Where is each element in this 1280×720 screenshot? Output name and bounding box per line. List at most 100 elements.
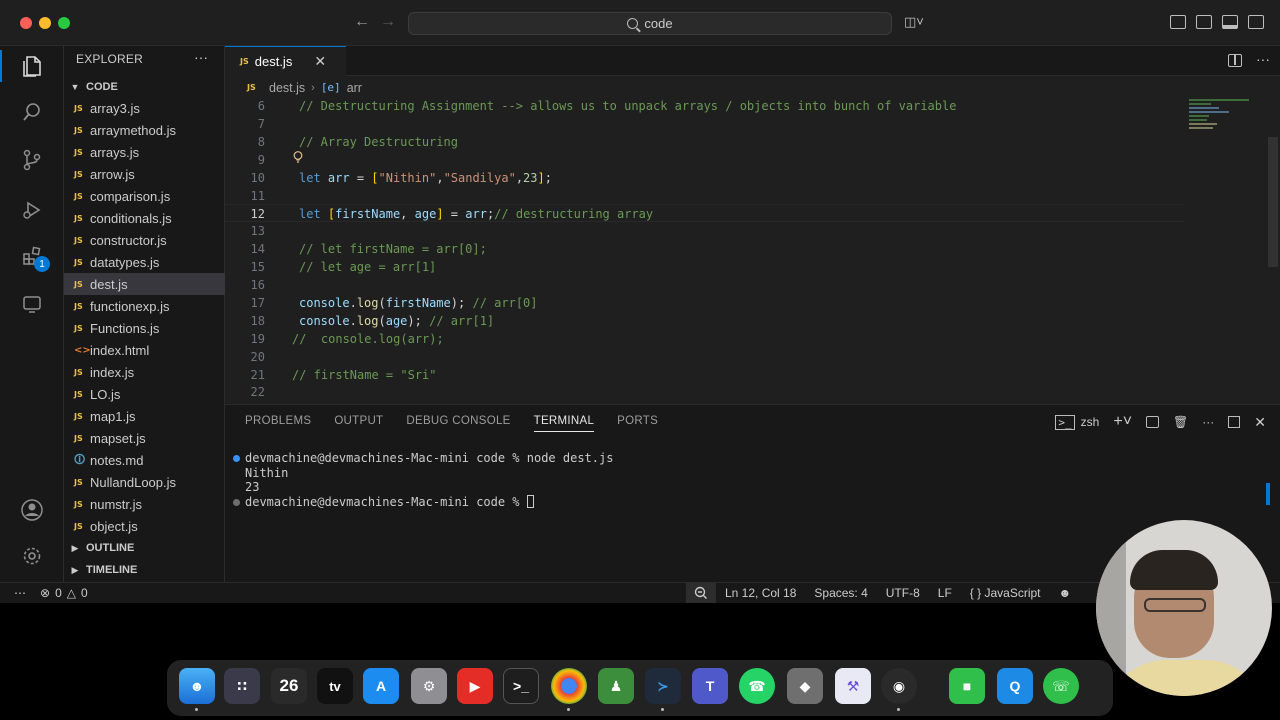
close-window-button[interactable] [20,17,32,29]
file-item[interactable]: JS functionexp.js [64,295,225,317]
file-item[interactable]: <> index.html [64,339,225,361]
file-item[interactable]: JS LO.js [64,383,225,405]
zoom-icon[interactable] [686,583,716,603]
trash-icon[interactable]: 🗑 [1173,415,1188,429]
teams-icon[interactable]: T [692,668,728,704]
file-item[interactable]: JS array3.js [64,97,225,119]
code-line[interactable]: 21 // firstName = "Sri" [225,366,1185,384]
terminal-shell-label[interactable]: zsh [1081,415,1100,429]
forward-arrow-icon[interactable]: → [380,13,396,31]
code-line[interactable]: 11 [225,187,1185,205]
facetime-icon[interactable]: ■ [949,668,985,704]
file-item[interactable]: 🛈 notes.md [64,449,225,471]
panel-tab[interactable]: TERMINAL [533,415,595,432]
xcode-icon[interactable]: ⚒ [835,668,871,704]
file-item[interactable]: JS conditionals.js [64,207,225,229]
copilot-icon[interactable]: ◫˅ [904,14,924,30]
obs-icon[interactable]: ◉ [881,668,917,704]
more-actions-icon[interactable]: ··· [1256,51,1270,67]
code-line[interactable]: 14 // let firstName = arr[0]; [225,240,1185,258]
calendar-icon[interactable]: 26 [271,668,307,704]
terminal-app-icon[interactable]: >_ [503,668,539,704]
command-status-dot[interactable] [233,498,240,506]
panel-tab[interactable]: OUTPUT [334,415,383,432]
code-line[interactable]: 19 // console.log(arr); [225,330,1185,348]
search-icon[interactable] [18,98,46,126]
file-item[interactable]: JS arraymethod.js [64,119,225,141]
chess-icon[interactable]: ♟ [598,668,634,704]
whatsapp-icon[interactable]: ☎ [739,668,775,704]
toggle-sidebar-icon[interactable] [1196,15,1212,29]
code-line[interactable]: 12 let [firstName, age] = arr;// destruct… [225,204,1185,223]
code-line[interactable]: 7 [225,115,1185,133]
file-item[interactable]: JS arrays.js [64,141,225,163]
back-arrow-icon[interactable]: ← [354,13,370,31]
file-item[interactable]: JS map1.js [64,405,225,427]
source-control-icon[interactable] [18,146,46,174]
apple-tv-icon[interactable]: tv [317,668,353,704]
cursor-position[interactable]: Ln 12, Col 18 [716,586,805,600]
split-editor-icon[interactable] [1228,54,1242,67]
split-terminal-icon[interactable] [1146,416,1160,428]
file-item[interactable]: JS Functions.js [64,317,225,339]
launchpad-icon[interactable]: ∷ [224,668,260,704]
run-debug-icon[interactable] [18,196,46,224]
code-line[interactable]: 20 [225,348,1185,366]
file-item[interactable]: JS index.js [64,361,225,383]
finder-icon[interactable]: ☻ [179,668,215,704]
panel-tab[interactable]: DEBUG CONSOLE [406,415,510,432]
problems-indicator[interactable]: ⊗ 0 △ 0 [40,586,88,600]
code-line[interactable]: 18 console.log(age); // arr[1] [225,312,1185,330]
toggle-panel-icon[interactable] [1222,15,1238,29]
timeline-section[interactable]: ▶ TIMELINE [64,559,225,581]
quicktime-icon[interactable]: Q [997,668,1033,704]
editor-scrollbar[interactable] [1268,137,1278,267]
maximize-panel-icon[interactable] [1228,416,1241,428]
explorer-icon[interactable] [0,50,46,82]
folder-header-code[interactable]: ▼ CODE [64,76,225,98]
terminal-scrollbar[interactable] [1266,483,1270,505]
preview-icon[interactable]: ◆ [787,668,823,704]
account-icon[interactable] [18,496,46,524]
end-of-line[interactable]: LF [929,586,961,600]
code-line[interactable]: 9 [225,151,1185,169]
app-store-icon[interactable]: A [363,668,399,704]
minimap[interactable] [1187,97,1267,137]
file-item[interactable]: JS constructor.js [64,229,225,251]
code-line[interactable]: 6 // Destructuring Assignment --> allows … [225,97,1185,115]
maximize-window-button[interactable] [58,17,70,29]
file-item[interactable]: JS datatypes.js [64,251,225,273]
file-item[interactable]: JS dest.js [64,273,225,295]
command-status-dot[interactable] [233,455,240,462]
settings-gear-icon[interactable] [18,542,46,570]
file-item[interactable]: JS arrow.js [64,163,225,185]
code-line[interactable]: 10 let arr = ["Nithin","Sandilya",23]; [225,169,1185,187]
breadcrumb-file[interactable]: dest.js [269,81,305,95]
encoding[interactable]: UTF-8 [877,586,929,600]
file-item[interactable]: JS NullandLoop.js [64,471,225,493]
close-icon[interactable]: ✕ [314,53,326,70]
file-item[interactable]: JS numstr.js [64,493,225,515]
phone-icon[interactable]: ☏ [1043,668,1079,704]
file-item[interactable]: JS mapset.js [64,427,225,449]
code-line[interactable]: 17 console.log(firstName); // arr[0] [225,294,1185,312]
close-panel-icon[interactable]: ✕ [1254,414,1266,431]
extensions-icon[interactable]: 1 [18,242,50,272]
minimize-window-button[interactable] [39,17,51,29]
chrome-icon[interactable] [551,668,587,704]
breadcrumb-symbol[interactable]: arr [347,81,362,95]
terminal-output[interactable]: devmachine@devmachines-Mac-mini code % n… [233,451,613,509]
code-line[interactable]: 16 [225,276,1185,294]
file-item[interactable]: JS object.js [64,515,225,537]
remote-explorer-icon[interactable] [18,290,46,318]
code-editor[interactable]: 6 // Destructuring Assignment --> allows … [225,97,1280,403]
panel-tab[interactable]: PORTS [617,415,658,432]
code-line[interactable]: 15 // let age = arr[1] [225,258,1185,276]
panel-tab[interactable]: PROBLEMS [245,415,311,432]
explorer-more-actions[interactable]: ··· [194,49,208,65]
indentation[interactable]: Spaces: 4 [805,586,876,600]
remote-indicator-icon[interactable]: ⋯ [14,586,26,600]
toggle-secondary-sidebar-icon[interactable] [1248,15,1264,29]
language-mode[interactable]: { } JavaScript [961,586,1050,600]
youtube-icon[interactable]: ▶ [457,668,493,704]
